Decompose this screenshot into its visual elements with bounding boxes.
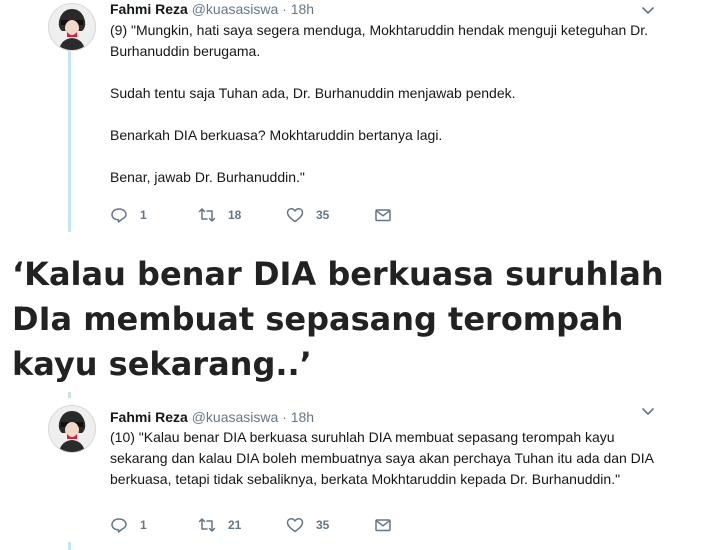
like-count: 35 bbox=[316, 518, 330, 532]
envelope-icon bbox=[375, 209, 391, 222]
tweet-actions: 1 21 35 bbox=[110, 516, 462, 534]
reply-button[interactable]: 1 bbox=[110, 516, 198, 534]
reply-icon bbox=[111, 208, 127, 223]
tweet-9[interactable]: Fahmi Reza @kuasasiswa · 18h (9) "Mungki… bbox=[0, 0, 704, 232]
thread-line bbox=[68, 392, 71, 398]
reply-button[interactable]: 1 bbox=[110, 206, 198, 224]
reply-icon bbox=[111, 518, 127, 533]
tweet-paragraph: Benar, jawab Dr. Burhanuddin." bbox=[110, 169, 305, 185]
tweet-10[interactable]: Fahmi Reza @kuasasiswa · 18h (10) "Kalau… bbox=[0, 392, 704, 550]
timestamp[interactable]: 18h bbox=[291, 409, 314, 425]
avatar[interactable] bbox=[48, 405, 96, 453]
message-button[interactable] bbox=[374, 206, 462, 224]
separator-dot: · bbox=[282, 1, 287, 17]
heart-icon bbox=[286, 517, 304, 533]
retweet-count: 21 bbox=[228, 518, 242, 532]
timestamp[interactable]: 18h bbox=[291, 1, 314, 17]
retweet-count: 18 bbox=[228, 208, 242, 222]
tweet-text: (10) "Kalau benar DIA berkuasa suruhlah … bbox=[110, 427, 658, 490]
tweet-text: (9) "Mungkin, hati saya segera menduga, … bbox=[110, 20, 658, 188]
tweet-paragraph: Sudah tentu saja Tuhan ada, Dr. Burhanud… bbox=[110, 85, 516, 101]
tweet-header: Fahmi Reza @kuasasiswa · 18h bbox=[110, 408, 314, 426]
author-name[interactable]: Fahmi Reza bbox=[110, 1, 188, 17]
author-handle[interactable]: @kuasasiswa bbox=[192, 409, 279, 425]
like-count: 35 bbox=[316, 208, 330, 222]
retweet-icon bbox=[198, 208, 216, 222]
tweet-actions: 1 18 35 bbox=[110, 206, 462, 224]
reply-count: 1 bbox=[140, 518, 147, 532]
retweet-button[interactable]: 21 bbox=[198, 516, 286, 534]
like-button[interactable]: 35 bbox=[286, 516, 374, 534]
retweet-button[interactable]: 18 bbox=[198, 206, 286, 224]
tweet-header: Fahmi Reza @kuasasiswa · 18h bbox=[110, 0, 314, 18]
tweet-paragraph: (9) "Mungkin, hati saya segera menduga, … bbox=[110, 22, 649, 59]
tweet-paragraph: Benarkah DIA berkuasa? Mokhtaruddin bert… bbox=[110, 127, 443, 143]
separator-dot: · bbox=[282, 409, 287, 425]
like-button[interactable]: 35 bbox=[286, 206, 374, 224]
tweet-paragraph: (10) "Kalau benar DIA berkuasa suruhlah … bbox=[110, 429, 654, 487]
heart-icon bbox=[286, 207, 304, 223]
thread-line bbox=[68, 50, 71, 232]
thread-line bbox=[68, 542, 71, 550]
chevron-down-icon[interactable] bbox=[640, 2, 656, 18]
envelope-icon bbox=[375, 519, 391, 532]
retweet-icon bbox=[198, 518, 216, 532]
chevron-down-icon[interactable] bbox=[640, 403, 656, 419]
reply-count: 1 bbox=[140, 208, 147, 222]
author-name[interactable]: Fahmi Reza bbox=[110, 409, 188, 425]
avatar[interactable] bbox=[48, 3, 96, 51]
message-button[interactable] bbox=[374, 516, 462, 534]
author-handle[interactable]: @kuasasiswa bbox=[192, 1, 279, 17]
pull-quote: ‘Kalau benar DIA berkuasa suruhlah DIa m… bbox=[12, 255, 664, 383]
